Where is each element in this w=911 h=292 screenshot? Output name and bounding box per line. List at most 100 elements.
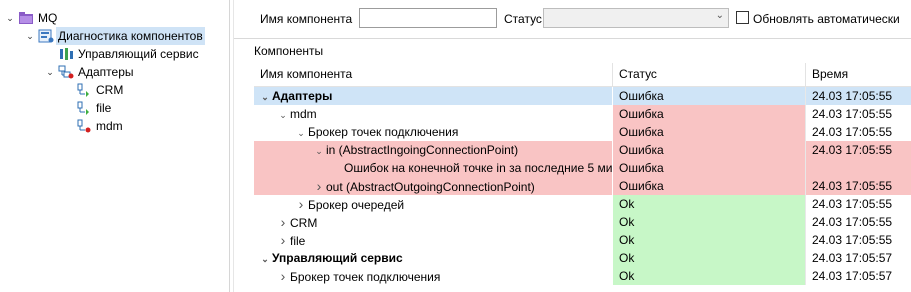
chevron-right-icon[interactable]: › [276,231,290,249]
adapter-ok-icon [76,83,92,97]
table-row[interactable]: › Брокер точек подключения Ok 24.03 17:05:5… [254,267,911,285]
folder-icon [18,11,34,25]
cell-component-name: › Брокер очередей [254,195,612,213]
tree-node[interactable]: mdm [62,117,225,135]
status-cell: Ошибка [612,159,805,177]
tree-expander-icon[interactable]: ⌄ [24,27,36,45]
status-cell: Ok [612,249,805,267]
cell-component-name: ⌄ Управляющий сервис [254,249,612,267]
component-name: Брокер точек подключения [308,125,459,139]
table-row[interactable]: ⌄ mdm Ошибка 24.03 17:05:55 [254,105,911,123]
time-cell: 24.03 17:05:55 [805,87,911,105]
time-cell: 24.03 17:05:55 [805,123,911,141]
time-cell [805,159,911,177]
table-row[interactable]: › CRM Ok 24.03 17:05:55 [254,213,911,231]
time-cell: 24.03 17:05:55 [805,105,911,123]
time-cell: 24.03 17:05:57 [805,249,911,267]
component-name: Управляющий сервис [272,251,403,265]
table-row[interactable]: ⌄ Управляющий сервис Ok 24.03 17:05:57 [254,249,911,267]
tree-node-label: file [96,101,112,115]
chevron-down-icon[interactable]: ⌄ [258,88,272,105]
status-cell: Ошибка [612,177,805,195]
tree-node[interactable]: ⌄ MQ [4,9,225,27]
tree-expander-icon[interactable]: ⌄ [44,63,56,81]
time-cell: 24.03 17:05:57 [805,267,911,285]
auto-refresh-label: Обновлять автоматически [753,12,900,26]
component-name: Брокер точек подключения [290,270,441,284]
table-row[interactable]: Ошибок на конечной точке in за последние… [254,159,911,177]
service-icon [58,47,74,61]
status-cell: Ошибка [612,141,805,159]
filter-bar: Имя компонента Статус ⌄ Обновлять автома… [234,0,911,39]
component-name-input[interactable] [359,8,497,28]
auto-refresh-checkbox[interactable] [736,11,749,24]
chevron-right-icon[interactable]: › [294,195,308,213]
column-header-time[interactable]: Время [805,63,911,86]
chevron-down-icon[interactable]: ⌄ [312,142,326,159]
diagnostics-icon [38,29,54,43]
chevron-down-icon[interactable]: ⌄ [276,106,290,123]
cell-component-name: › CRM [254,213,612,231]
status-label: Статус [504,12,542,26]
table-row[interactable]: › Брокер очередей Ok 24.03 17:05:55 [254,195,911,213]
chevron-down-icon[interactable]: ⌄ [294,124,308,141]
cell-component-name: ⌄ mdm [254,105,612,123]
component-name: out (AbstractOutgoingConnectionPoint) [326,180,535,194]
navigation-tree: ⌄ MQ ⌄ Диагностика компонентов Управляющий с… [0,0,229,292]
tree-node[interactable]: ⌄ Адаптеры [44,63,225,81]
time-cell: 24.03 17:05:55 [805,177,911,195]
component-name: CRM [290,216,318,230]
component-name: mdm [290,107,317,121]
table-row[interactable]: ⌄ in (AbstractIngoingConnectionPoint) Ошиб… [254,141,911,159]
table-header: Имя компонента Статус Время [254,63,911,87]
status-cell: Ok [612,231,805,249]
component-name: Брокер очередей [308,198,405,212]
chevron-right-icon[interactable]: › [312,177,326,195]
chevron-down-icon[interactable]: ⌄ [258,250,272,267]
time-cell: 24.03 17:05:55 [805,195,911,213]
tree-node-label: mdm [96,119,123,133]
tree-node-label: Адаптеры [78,65,134,79]
component-name-label: Имя компонента [260,12,353,26]
status-cell: Ошибка [612,123,805,141]
status-cell: Ok [612,267,805,285]
tree-node[interactable]: ⌄ Диагностика компонентов [24,27,225,45]
status-select[interactable]: ⌄ [543,8,729,28]
table-row[interactable]: › file Ok 24.03 17:05:55 [254,231,911,249]
cell-component-name: ⌄ in (AbstractIngoingConnectionPoint) [254,141,612,159]
cell-component-name: › file [254,231,612,249]
component-name: file [290,234,306,248]
status-cell: Ошибка [612,105,805,123]
component-name: in (AbstractIngoingConnectionPoint) [326,143,519,157]
adapter-ok-icon [76,101,92,115]
cell-component-name: Ошибок на конечной точке in за последние… [254,159,612,177]
tree-node[interactable]: CRM [62,81,225,99]
column-header-name[interactable]: Имя компонента [254,63,612,86]
adapters-error-icon [58,65,74,79]
table-row[interactable]: › out (AbstractOutgoingConnectionPoint) Ош… [254,177,911,195]
column-header-status[interactable]: Статус [612,63,805,86]
tree-expander-icon[interactable]: ⌄ [4,9,16,27]
time-cell: 24.03 17:05:55 [805,213,911,231]
tree-node-label: Управляющий сервис [78,47,199,61]
chevron-down-icon: ⌄ [715,10,724,21]
table-row[interactable]: ⌄ Адаптеры Ошибка 24.03 17:05:55 [254,87,911,105]
chevron-right-icon[interactable]: › [276,213,290,231]
chevron-right-icon[interactable]: › [276,267,290,285]
status-cell: Ok [612,195,805,213]
time-cell: 24.03 17:05:55 [805,231,911,249]
status-cell: Ошибка [612,87,805,105]
cell-component-name: › Брокер точек подключения [254,267,612,285]
splitter[interactable] [229,0,230,292]
table-row[interactable]: ⌄ Брокер точек подключения Ошибка 24.03 17:… [254,123,911,141]
tree-node[interactable]: Управляющий сервис [44,45,225,63]
cell-component-name: ⌄ Брокер точек подключения [254,123,612,141]
diagnostics-panel: Имя компонента Статус ⌄ Обновлять автома… [234,0,911,292]
components-section-title: Компоненты [254,44,324,58]
tree-node[interactable]: file [62,99,225,117]
cell-component-name: › out (AbstractOutgoingConnectionPoint) [254,177,612,195]
